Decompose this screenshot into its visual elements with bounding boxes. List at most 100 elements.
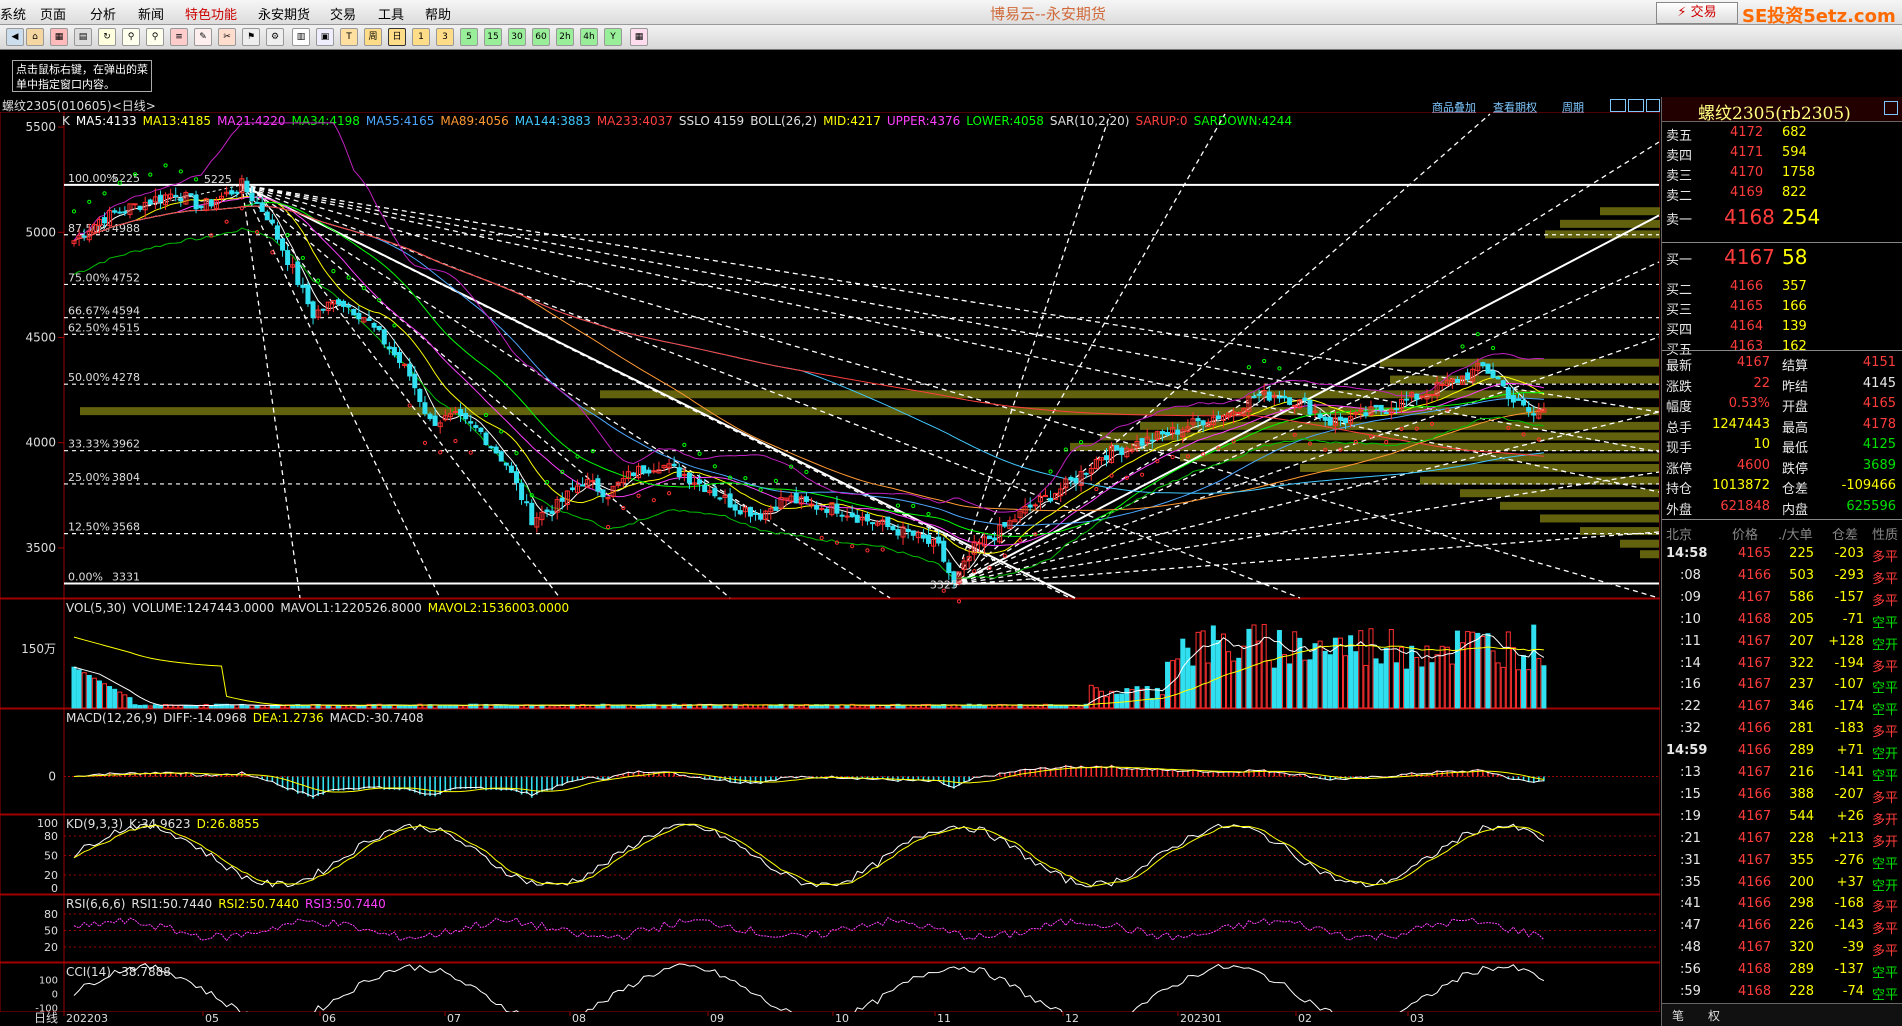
list-icon[interactable]: ≡ xyxy=(170,28,188,46)
menu-analysis[interactable]: 分析 xyxy=(90,4,116,23)
ask-row[interactable]: 卖三 4170 1758 xyxy=(1664,163,1900,184)
ma-line xyxy=(73,189,1545,571)
tick-row[interactable]: 14:58 4165 225 -203 多平 xyxy=(1664,543,1900,565)
tick-row[interactable]: :41 4166 298 -168 多平 xyxy=(1664,893,1900,915)
tick-row[interactable]: :56 4168 289 -137 空平 xyxy=(1664,959,1900,981)
tick-row[interactable]: :11 4167 207 +128 空开 xyxy=(1664,631,1900,653)
candle-body xyxy=(503,462,509,466)
tool-icon[interactable]: ✂ xyxy=(218,28,236,46)
candle-body xyxy=(1378,404,1384,411)
volume-bar xyxy=(1180,638,1186,709)
ask-row[interactable]: 卖五 4172 682 xyxy=(1664,123,1900,144)
candle-body xyxy=(712,488,718,497)
tick-row[interactable]: :31 4167 355 -276 空平 xyxy=(1664,850,1900,872)
tick-row[interactable]: :16 4167 237 -107 空平 xyxy=(1664,674,1900,696)
tab-ticks[interactable]: 笔 xyxy=(1672,1007,1684,1024)
candle-body xyxy=(819,507,825,510)
tick-row[interactable]: 14:59 4166 289 +71 空开 xyxy=(1664,740,1900,762)
menu-yongan[interactable]: 永安期货 xyxy=(258,4,310,23)
price-tick-label: 4000 xyxy=(25,436,56,450)
period-week-button[interactable]: 周 xyxy=(364,28,382,46)
kd-tick-label: 50 xyxy=(44,850,58,863)
window-restore-icon[interactable] xyxy=(1610,99,1626,112)
layout-icon[interactable]: ▣ xyxy=(316,28,334,46)
panel-toggle-icon[interactable] xyxy=(1884,101,1898,115)
sar-dot xyxy=(666,491,672,496)
calc-icon[interactable]: ▦ xyxy=(630,28,648,46)
volume-bar xyxy=(1531,624,1537,709)
period-15-button[interactable]: 15 xyxy=(484,28,502,46)
period-day-button[interactable]: 日 xyxy=(388,28,406,46)
trade-button[interactable]: ⚡ 交易 xyxy=(1656,2,1738,24)
tick-row[interactable]: :47 4166 226 -143 多平 xyxy=(1664,915,1900,937)
tick-row[interactable]: :22 4167 346 -174 空平 xyxy=(1664,696,1900,718)
kline-chart[interactable]: K MA5:4133 MA13:4185 MA21:4220 MA34:4198 MA55… xyxy=(0,112,1660,1026)
tick-row[interactable]: :08 4166 503 -293 多平 xyxy=(1664,565,1900,587)
zoom-icon[interactable]: ⚲ xyxy=(146,28,164,46)
ask-volume: 822 xyxy=(1782,185,1807,200)
window-max-icon[interactable] xyxy=(1646,99,1660,112)
candle-body xyxy=(244,180,250,193)
tick-icon[interactable]: T xyxy=(340,28,358,46)
tick-row[interactable]: :14 4167 322 -194 多平 xyxy=(1664,653,1900,675)
menu-trade[interactable]: 交易 xyxy=(330,4,356,23)
window-split-icon[interactable] xyxy=(1628,99,1644,112)
ask-1-row[interactable]: 卖一 4168 254 xyxy=(1664,205,1900,229)
chart-icon[interactable]: ▤ xyxy=(74,28,92,46)
tick-row[interactable]: :19 4167 544 +26 多开 xyxy=(1664,806,1900,828)
tick-row[interactable]: :13 4167 216 -141 空平 xyxy=(1664,762,1900,784)
tick-row[interactable]: :48 4167 320 -39 多平 xyxy=(1664,937,1900,959)
stat-value: 4165 xyxy=(1862,396,1896,411)
config-icon[interactable]: ⚙ xyxy=(266,28,284,46)
bid-row[interactable]: 买四 4164 139 xyxy=(1664,317,1900,338)
search-icon[interactable]: ⚲ xyxy=(122,28,140,46)
stat-value: 4178 xyxy=(1862,416,1896,432)
ask-row[interactable]: 卖二 4169 822 xyxy=(1664,183,1900,204)
tab-rights[interactable]: 权 xyxy=(1708,1007,1720,1024)
bid-row[interactable]: 买三 4165 166 xyxy=(1664,297,1900,318)
ma-legend-item: MA89:4056 xyxy=(440,114,508,128)
draw-icon[interactable]: ✎ xyxy=(194,28,212,46)
menu-system[interactable]: 系统 xyxy=(0,4,26,23)
tick-row[interactable]: :35 4166 200 +37 空开 xyxy=(1664,872,1900,894)
period-4h-button[interactable]: 4h xyxy=(580,28,598,46)
period-year-button[interactable]: Y xyxy=(604,28,622,46)
volume-bar xyxy=(102,683,108,709)
tick-row[interactable]: :32 4166 281 -183 多平 xyxy=(1664,718,1900,740)
tick-row[interactable]: :09 4167 586 -157 多平 xyxy=(1664,587,1900,609)
ask-row[interactable]: 卖四 4171 594 xyxy=(1664,143,1900,164)
fib-level-label: 75.00% xyxy=(68,271,110,284)
bid-1-row[interactable]: 买一 4167 58 xyxy=(1664,245,1900,269)
period-3-button[interactable]: 3 xyxy=(436,28,454,46)
quote-icon[interactable]: ▦ xyxy=(50,28,68,46)
volume-profile-bar xyxy=(1380,358,1659,367)
table-icon[interactable]: ▥ xyxy=(292,28,310,46)
filter-icon[interactable]: ⚑ xyxy=(242,28,260,46)
tick-row[interactable]: :21 4167 228 +213 多开 xyxy=(1664,828,1900,850)
fib-level-value: 4278 xyxy=(112,371,140,384)
back-icon[interactable]: ◀ xyxy=(6,28,24,46)
period-5-button[interactable]: 5 xyxy=(460,28,478,46)
refresh-icon[interactable]: ↻ xyxy=(98,28,116,46)
tick-row[interactable]: :59 4168 228 -74 空平 xyxy=(1664,981,1900,1003)
menu-tools[interactable]: 工具 xyxy=(378,4,404,23)
menu-help[interactable]: 帮助 xyxy=(425,4,451,23)
menu-features[interactable]: 特色功能 xyxy=(185,4,237,23)
bid-price: 4165 xyxy=(1730,299,1764,314)
candle-body xyxy=(117,211,123,214)
home-icon[interactable]: ⌂ xyxy=(26,28,44,46)
sar-dot xyxy=(636,493,641,498)
period-60-button[interactable]: 60 xyxy=(532,28,550,46)
period-30-button[interactable]: 30 xyxy=(508,28,526,46)
sar-dot xyxy=(300,255,305,261)
period-2h-button[interactable]: 2h xyxy=(556,28,574,46)
candle-body xyxy=(803,496,809,502)
tick-row[interactable]: :10 4168 205 -71 空平 xyxy=(1664,609,1900,631)
period-1-button[interactable]: 1 xyxy=(412,28,430,46)
volume-bar xyxy=(81,672,87,709)
bid-row[interactable]: 买二 4166 357 xyxy=(1664,277,1900,298)
menu-news[interactable]: 新闻 xyxy=(138,4,164,23)
menu-page[interactable]: 页面 xyxy=(40,4,66,23)
tick-diff: +71 xyxy=(1836,743,1864,759)
tick-row[interactable]: :15 4166 388 -207 多平 xyxy=(1664,784,1900,806)
